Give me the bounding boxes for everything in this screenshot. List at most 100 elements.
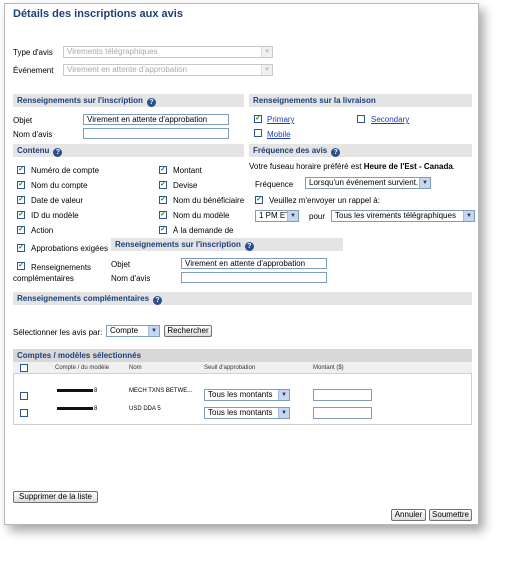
- table-row-account: 8: [57, 388, 97, 394]
- reminder-label: Veuillez m'envoyer un rappel à:: [269, 196, 380, 205]
- help-icon[interactable]: ?: [146, 98, 156, 107]
- frequency-header-text: Fréquence des avis: [253, 146, 328, 155]
- column-header-threshold: Seuil d'approbation: [204, 365, 256, 371]
- frequency-section-header: Fréquence des avis?: [249, 144, 472, 157]
- cancel-button[interactable]: Annuler: [391, 509, 426, 521]
- frequency-label: Fréquence: [255, 180, 294, 189]
- reminder-scope-select[interactable]: Tous les virements télégraphiques ▼: [331, 210, 475, 222]
- remove-from-list-button[interactable]: Supprimer de la liste: [13, 491, 98, 503]
- table-row-name: USD DDA 5: [129, 406, 161, 412]
- help-icon[interactable]: ?: [53, 148, 63, 157]
- table-row-name: MECH TXNS BETWE...: [129, 388, 193, 394]
- nom-avis-input-2[interactable]: [181, 272, 327, 283]
- account-suffix: 8: [94, 388, 98, 394]
- content-option-label: Nom du modèle: [173, 211, 230, 220]
- chevron-down-icon: ▼: [148, 326, 159, 336]
- content-option-label: À la demande de: [173, 226, 234, 235]
- mobile-link[interactable]: Mobile: [267, 130, 291, 139]
- pour-label: pour: [309, 212, 326, 221]
- inscription-header-text: Renseignements sur l'inscription: [17, 96, 143, 105]
- select-all-checkbox[interactable]: [20, 364, 28, 372]
- mobile-checkbox[interactable]: [254, 129, 262, 137]
- delivery-section-header: Renseignements sur la livraison: [249, 94, 472, 107]
- secondary-link[interactable]: Secondary: [371, 115, 409, 124]
- content-header-text: Contenu: [17, 146, 50, 155]
- nom-avis-label: Nom d'avis: [13, 130, 53, 139]
- chevron-down-icon: ▼: [261, 65, 272, 75]
- notification-type-label: Type d'avis: [13, 48, 53, 57]
- currency-checkbox[interactable]: ✓: [159, 181, 167, 189]
- content-section-header: Contenu?: [13, 144, 244, 157]
- column-header-name: Nom: [129, 365, 142, 371]
- column-header-amount: Montant ($): [313, 365, 344, 371]
- objet-input[interactable]: Virement en attente d'approbation: [83, 114, 229, 125]
- secondary-checkbox[interactable]: [357, 115, 365, 123]
- inscription2-header-text: Renseignements sur l'inscription: [115, 240, 241, 249]
- row-checkbox[interactable]: [20, 392, 28, 400]
- timezone-suffix: .: [452, 162, 456, 171]
- select-by-value: Compte: [110, 326, 139, 335]
- approvals-required-checkbox[interactable]: ✓: [17, 244, 25, 252]
- additional-info-checkbox[interactable]: ✓: [17, 262, 25, 270]
- content-option-label: Date de valeur: [31, 196, 84, 205]
- column-header-account: Compte / du modèle: [55, 365, 110, 371]
- submit-button[interactable]: Soumettre: [429, 509, 472, 521]
- account-name-checkbox[interactable]: ✓: [17, 181, 25, 189]
- content-option-label: Action: [31, 226, 54, 235]
- template-id-checkbox[interactable]: ✓: [17, 211, 25, 219]
- chevron-down-icon: ▼: [463, 211, 474, 221]
- help-icon[interactable]: ?: [244, 242, 254, 251]
- nom-avis-input[interactable]: [83, 128, 229, 139]
- amount-input[interactable]: [313, 407, 372, 419]
- reminder-time-value: 1 PM ET: [259, 211, 291, 220]
- frequency-select[interactable]: Lorsqu'un événement survient. ▼: [305, 177, 431, 189]
- notification-details-panel: Détails des inscriptions aux avis Type d…: [4, 3, 479, 525]
- content-option-label: Devise: [173, 181, 198, 190]
- event-value: Virement en attente d'approbation: [67, 65, 188, 74]
- account-number-checkbox[interactable]: ✓: [17, 166, 25, 174]
- beneficiary-name-checkbox[interactable]: ✓: [159, 196, 167, 204]
- select-by-dropdown[interactable]: Compte ▼: [106, 325, 160, 337]
- masked-account-number: [57, 388, 93, 392]
- chevron-down-icon: ▼: [278, 408, 289, 418]
- event-label: Événement: [13, 66, 54, 75]
- notification-type-select[interactable]: Virements télégraphiques ▼: [63, 46, 273, 58]
- value-date-checkbox[interactable]: ✓: [17, 196, 25, 204]
- account-suffix: 8: [94, 406, 98, 412]
- threshold-value: Tous les montants: [208, 408, 273, 417]
- help-icon[interactable]: ?: [331, 148, 341, 157]
- primary-link[interactable]: Primary: [267, 115, 295, 124]
- chevron-down-icon: ▼: [287, 211, 298, 221]
- additional-info-header-text: Renseignements complémentaires: [17, 294, 150, 303]
- objet-input-2[interactable]: Virement en attente d'approbation: [181, 258, 327, 269]
- page-title: Détails des inscriptions aux avis: [13, 8, 183, 20]
- threshold-select[interactable]: Tous les montants ▼: [204, 389, 290, 401]
- table-row-account: 8: [57, 406, 97, 412]
- threshold-select[interactable]: Tous les montants ▼: [204, 407, 290, 419]
- amount-input[interactable]: [313, 389, 372, 401]
- reminder-time-select[interactable]: 1 PM ET ▼: [255, 210, 299, 222]
- objet-label: Objet: [111, 260, 131, 269]
- chevron-down-icon: ▼: [261, 47, 272, 57]
- action-checkbox[interactable]: ✓: [17, 226, 25, 234]
- primary-checkbox[interactable]: ✓: [254, 115, 262, 123]
- notification-type-value: Virements télégraphiques: [67, 47, 158, 56]
- threshold-value: Tous les montants: [208, 390, 273, 399]
- event-select[interactable]: Virement en attente d'approbation ▼: [63, 64, 273, 76]
- amount-checkbox[interactable]: ✓: [159, 166, 167, 174]
- chevron-down-icon: ▼: [278, 390, 289, 400]
- timezone-text: Votre fuseau horaire préféré est Heure d…: [249, 162, 455, 171]
- search-button[interactable]: Rechercher: [164, 325, 212, 337]
- frequency-value: Lorsqu'un événement survient.: [309, 178, 419, 187]
- template-name-checkbox[interactable]: ✓: [159, 211, 167, 219]
- masked-account-number: [57, 406, 93, 410]
- row-checkbox[interactable]: [20, 409, 28, 417]
- additional-info-label-2: complémentaires: [13, 274, 74, 283]
- on-behalf-checkbox[interactable]: ✓: [159, 226, 167, 234]
- nom-avis-label: Nom d'avis: [111, 274, 151, 283]
- table-header: Comptes / modèles sélectionnés: [13, 349, 472, 362]
- approvals-required-label: Approbations exigées: [31, 244, 108, 253]
- reminder-scope-value: Tous les virements télégraphiques: [335, 211, 456, 220]
- help-icon[interactable]: ?: [153, 296, 163, 305]
- reminder-checkbox[interactable]: ✓: [255, 196, 263, 204]
